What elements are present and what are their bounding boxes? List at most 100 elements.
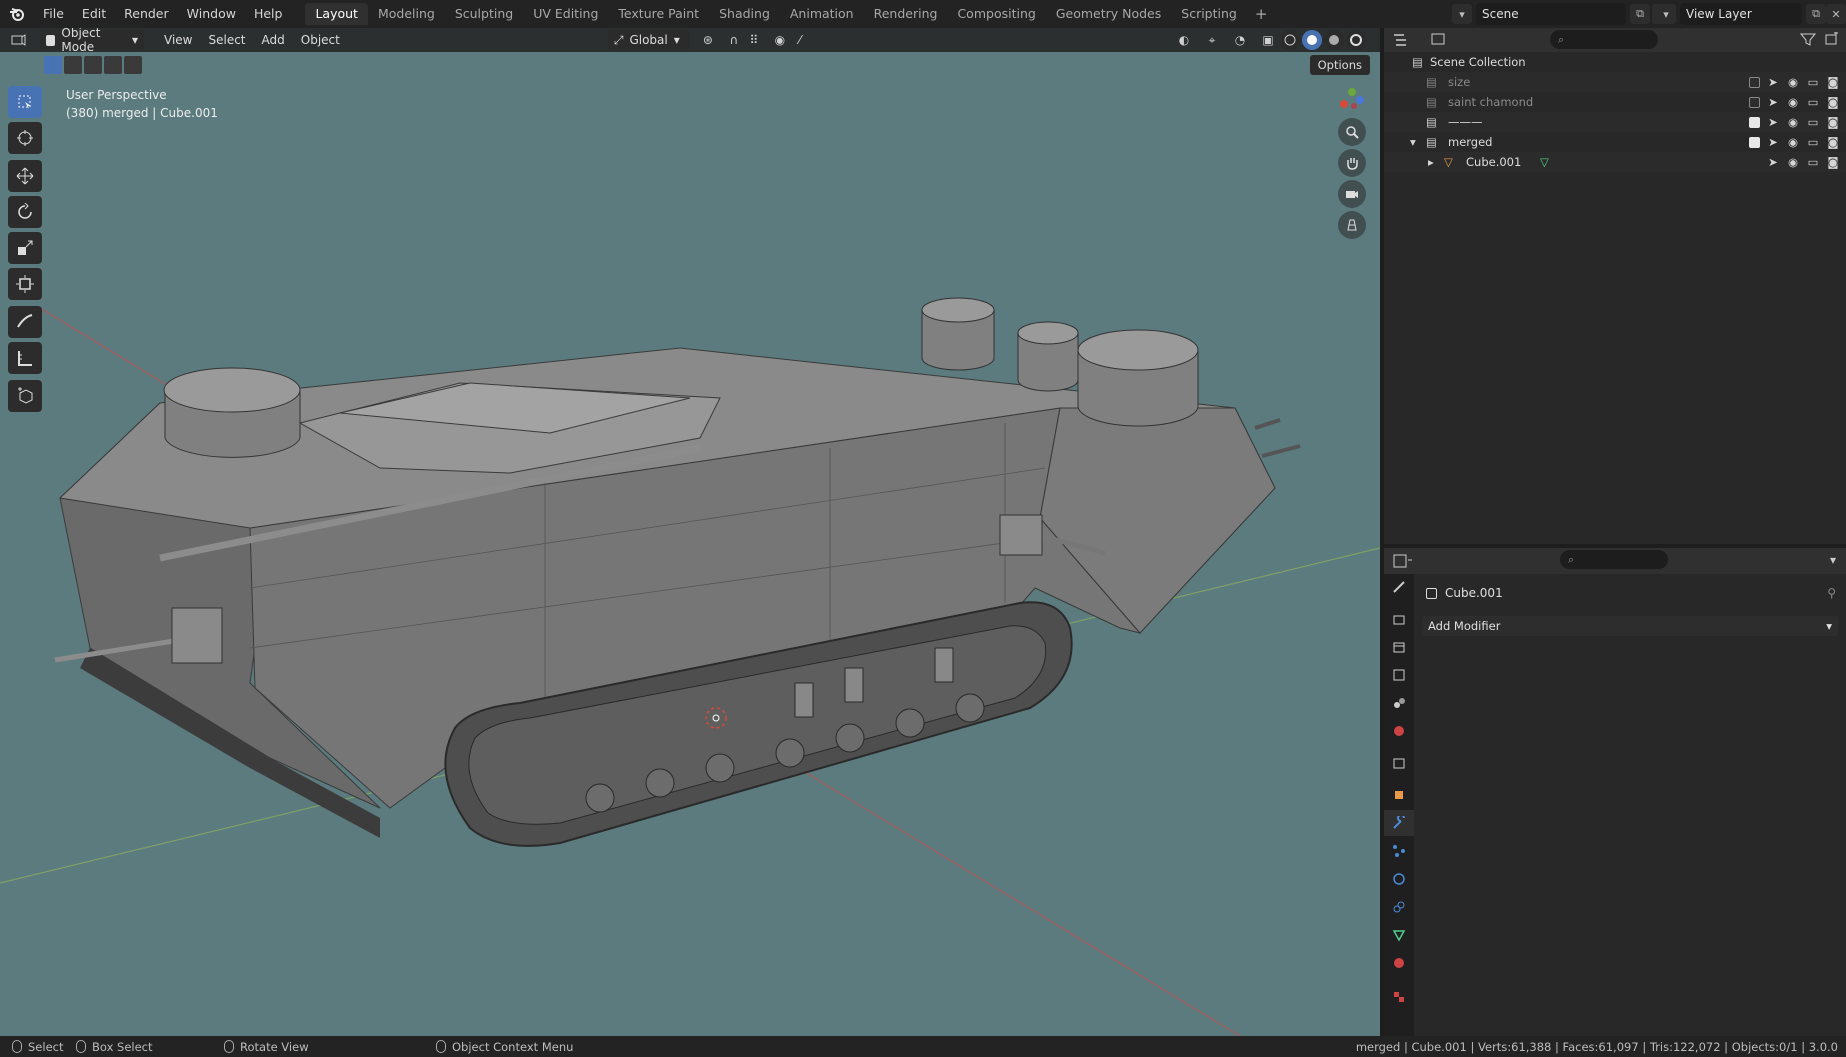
eye-icon[interactable]: ◉ xyxy=(1786,95,1800,109)
new-view-layer-icon[interactable]: ⧉ xyxy=(1806,4,1826,24)
selectable-arrow-icon[interactable]: ➤ xyxy=(1766,95,1780,109)
selectable-arrow-icon[interactable]: ➤ xyxy=(1766,155,1780,169)
view-layer-tab-icon[interactable] xyxy=(1384,662,1414,688)
cursor-tool-icon[interactable] xyxy=(8,122,42,154)
tab-texture-paint[interactable]: Texture Paint xyxy=(608,3,709,25)
view-layer-selector[interactable]: View Layer xyxy=(1680,3,1802,25)
scene-tab-icon[interactable] xyxy=(1384,690,1414,716)
exclude-checkbox[interactable] xyxy=(1749,136,1760,148)
tab-sculpting[interactable]: Sculpting xyxy=(445,3,523,25)
top-bar: File Edit Render Window Help Layout Mode… xyxy=(0,0,1846,28)
monitor-icon[interactable]: ▭ xyxy=(1806,115,1820,129)
exclude-checkbox[interactable] xyxy=(1749,76,1760,88)
transform-tool-icon[interactable] xyxy=(8,268,42,300)
measure-tool-icon[interactable] xyxy=(8,342,42,374)
scene-selector[interactable]: Scene xyxy=(1476,3,1626,25)
outliner-row-saint-chamond[interactable]: ▤ saint chamond ➤ ◉ ▭ ◙ xyxy=(1384,92,1846,112)
outliner-search-input[interactable]: ⌕ xyxy=(1550,30,1658,49)
menu-render[interactable]: Render xyxy=(115,0,178,28)
tab-layout[interactable]: Layout xyxy=(305,3,368,25)
selectable-arrow-icon[interactable]: ➤ xyxy=(1766,115,1780,129)
add-cube-tool-icon[interactable] xyxy=(8,380,42,412)
filter-icon[interactable] xyxy=(1799,32,1817,49)
pan-hand-icon[interactable] xyxy=(1338,149,1366,177)
render-tab-icon[interactable] xyxy=(1384,606,1414,632)
monitor-icon[interactable]: ▭ xyxy=(1806,75,1820,89)
outliner-header: ⌕ xyxy=(1384,28,1846,52)
camera-render-icon[interactable]: ◙ xyxy=(1826,115,1840,129)
outliner-row-size[interactable]: ▤ size ➤ ◉ ▭ ◙ xyxy=(1384,72,1846,92)
monitor-icon[interactable]: ▭ xyxy=(1806,95,1820,109)
selectable-arrow-icon[interactable]: ➤ xyxy=(1766,75,1780,89)
outliner-row-merged[interactable]: ▾ ▤ merged ➤ ◉ ▭ ◙ xyxy=(1384,132,1846,152)
physics-tab-icon[interactable] xyxy=(1384,866,1414,892)
expand-arrow-icon[interactable]: ▾ xyxy=(1410,135,1416,149)
monitor-icon[interactable]: ▭ xyxy=(1806,135,1820,149)
display-mode-icon[interactable] xyxy=(1430,31,1450,52)
scale-tool-icon[interactable] xyxy=(8,232,42,264)
tab-rendering[interactable]: Rendering xyxy=(864,3,948,25)
annotate-tool-icon[interactable] xyxy=(8,306,42,338)
world-tab-icon[interactable] xyxy=(1384,718,1414,744)
new-collection-icon[interactable] xyxy=(1824,31,1840,49)
eye-icon[interactable]: ◉ xyxy=(1786,155,1800,169)
add-workspace-button[interactable]: + xyxy=(1247,5,1276,23)
zoom-icon[interactable] xyxy=(1338,118,1366,146)
collection-tab-icon[interactable] xyxy=(1384,750,1414,776)
tab-animation[interactable]: Animation xyxy=(780,3,864,25)
tab-uv-editing[interactable]: UV Editing xyxy=(523,3,608,25)
camera-render-icon[interactable]: ◙ xyxy=(1826,75,1840,89)
add-modifier-button[interactable]: Add Modifier ▾ xyxy=(1422,616,1838,636)
chevron-down-icon[interactable]: ▾ xyxy=(1830,553,1836,567)
camera-view-icon[interactable] xyxy=(1338,180,1366,208)
scene-collection-row[interactable]: ▤ Scene Collection xyxy=(1384,52,1846,72)
eye-icon[interactable]: ◉ xyxy=(1786,115,1800,129)
axis-gizmo-icon[interactable] xyxy=(1338,84,1366,112)
modifier-tab-icon[interactable] xyxy=(1384,810,1414,836)
menu-edit[interactable]: Edit xyxy=(73,0,115,28)
data-tab-icon[interactable] xyxy=(1384,922,1414,948)
camera-render-icon[interactable]: ◙ xyxy=(1826,135,1840,149)
eye-icon[interactable]: ◉ xyxy=(1786,75,1800,89)
outliner-row-cube[interactable]: ▸ ▽ Cube.001 ▽ ➤ ◉ ▭ ◙ xyxy=(1384,152,1846,172)
exclude-checkbox[interactable] xyxy=(1749,96,1760,108)
menu-window[interactable]: Window xyxy=(178,0,245,28)
selectable-arrow-icon[interactable]: ➤ xyxy=(1766,135,1780,149)
camera-render-icon[interactable]: ◙ xyxy=(1826,95,1840,109)
tab-modeling[interactable]: Modeling xyxy=(368,3,445,25)
menu-file[interactable]: File xyxy=(34,0,73,28)
exclude-checkbox[interactable] xyxy=(1749,116,1760,128)
menu-help[interactable]: Help xyxy=(245,0,292,28)
outliner-editor-icon[interactable] xyxy=(1392,31,1412,52)
new-scene-icon[interactable]: ⧉ xyxy=(1630,4,1650,24)
pin-icon[interactable]: ⚲ xyxy=(1827,586,1836,600)
blender-logo-icon[interactable] xyxy=(0,0,34,28)
select-box-tool-icon[interactable] xyxy=(8,86,42,118)
scene-browse-icon[interactable]: ▾ xyxy=(1452,4,1472,24)
perspective-toggle-icon[interactable] xyxy=(1338,211,1366,239)
expand-arrow-icon[interactable]: ▸ xyxy=(1428,155,1434,169)
properties-search-input[interactable]: ⌕ xyxy=(1560,550,1668,569)
object-tab-icon[interactable] xyxy=(1384,782,1414,808)
tab-geometry-nodes[interactable]: Geometry Nodes xyxy=(1046,3,1171,25)
tool-tab-icon[interactable] xyxy=(1384,574,1414,600)
output-tab-icon[interactable] xyxy=(1384,634,1414,660)
properties-editor-icon[interactable] xyxy=(1392,552,1414,573)
rotate-tool-icon[interactable] xyxy=(8,196,42,228)
constraints-tab-icon[interactable] xyxy=(1384,894,1414,920)
material-tab-icon[interactable] xyxy=(1384,950,1414,976)
mesh-data-icon[interactable]: ▽ xyxy=(1540,155,1549,169)
view-layer-browse-icon[interactable]: ▾ xyxy=(1656,4,1676,24)
eye-icon[interactable]: ◉ xyxy=(1786,135,1800,149)
delete-view-layer-icon[interactable]: ✕ xyxy=(1826,4,1846,24)
outliner-row-divider[interactable]: ▤ ——— ➤ ◉ ▭ ◙ xyxy=(1384,112,1846,132)
move-tool-icon[interactable] xyxy=(8,160,42,192)
3d-viewport[interactable]: Object Mode ▾ View Select Add Object ⤢ G… xyxy=(0,28,1380,1036)
monitor-icon[interactable]: ▭ xyxy=(1806,155,1820,169)
texture-tab-icon[interactable] xyxy=(1384,984,1414,1010)
tab-compositing[interactable]: Compositing xyxy=(947,3,1045,25)
tab-shading[interactable]: Shading xyxy=(709,3,780,25)
particles-tab-icon[interactable] xyxy=(1384,838,1414,864)
tab-scripting[interactable]: Scripting xyxy=(1171,3,1247,25)
camera-render-icon[interactable]: ◙ xyxy=(1826,155,1840,169)
